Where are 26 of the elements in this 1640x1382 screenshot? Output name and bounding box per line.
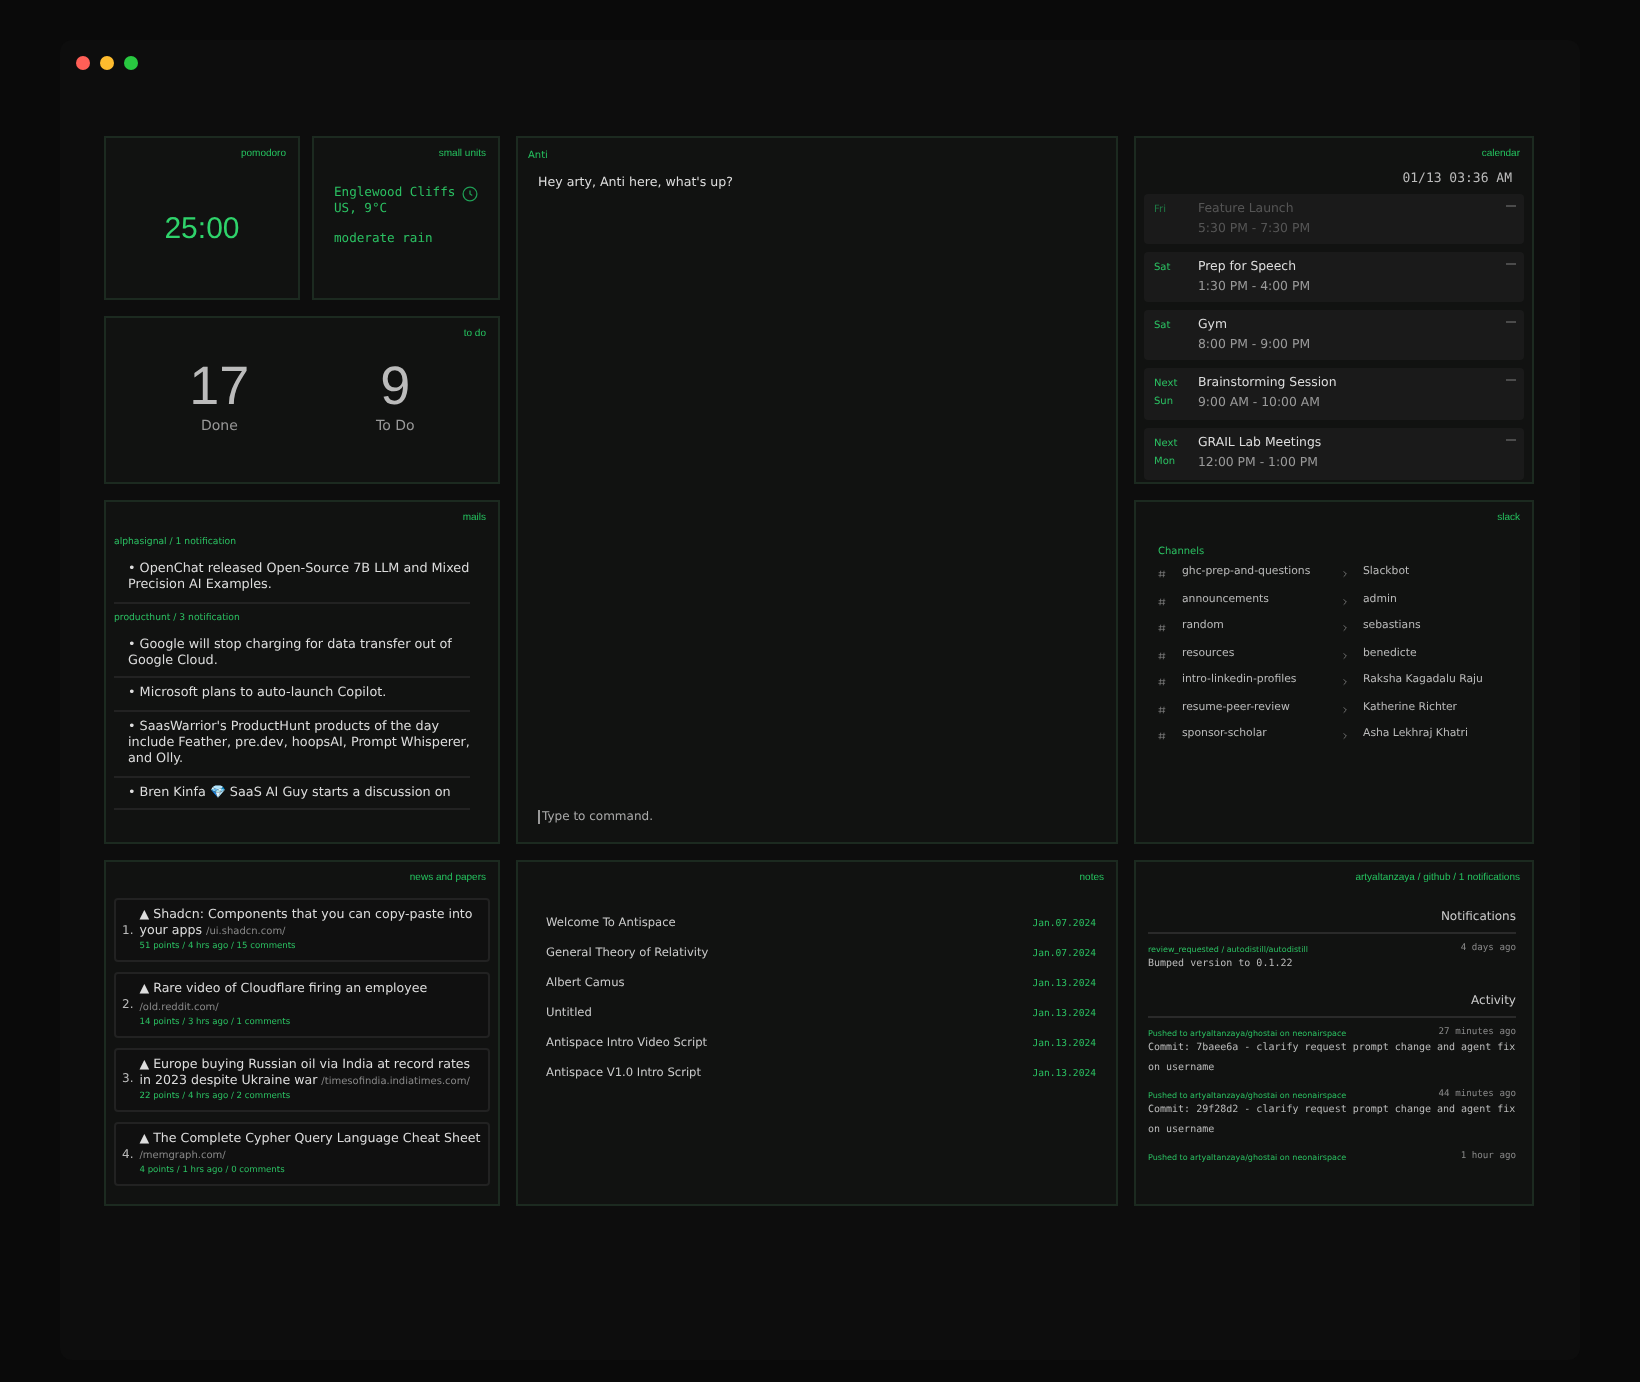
chevron-icon [1341, 705, 1347, 714]
window-close-button[interactable] [76, 55, 90, 69]
timer-display: 25:00 [164, 211, 240, 245]
window-minimize-button[interactable] [100, 55, 114, 69]
chevron-icon [1341, 678, 1347, 687]
clock-icon [462, 186, 478, 202]
hash-icon [1158, 570, 1166, 578]
hash-icon [1158, 732, 1166, 741]
dash-icon[interactable] [1506, 438, 1516, 442]
hash-icon [1158, 705, 1166, 714]
hash-icon [1158, 651, 1166, 660]
dash-icon[interactable] [1506, 378, 1516, 382]
chevron-icon [1341, 597, 1347, 606]
chevron-icon [1341, 651, 1347, 660]
hash-icon [1158, 624, 1166, 633]
hash-icon [1158, 597, 1166, 606]
dash-icon[interactable] [1506, 204, 1516, 208]
chevron-icon [1341, 624, 1347, 633]
hash-icon [1158, 678, 1166, 687]
chevron-icon [1341, 570, 1347, 578]
window-maximize-button[interactable] [124, 55, 138, 69]
dash-icon[interactable] [1506, 320, 1516, 324]
todo-count: 17 [189, 358, 250, 418]
chevron-icon [1341, 732, 1347, 741]
dash-icon[interactable] [1506, 262, 1516, 266]
todo-count: 9 [380, 358, 411, 418]
